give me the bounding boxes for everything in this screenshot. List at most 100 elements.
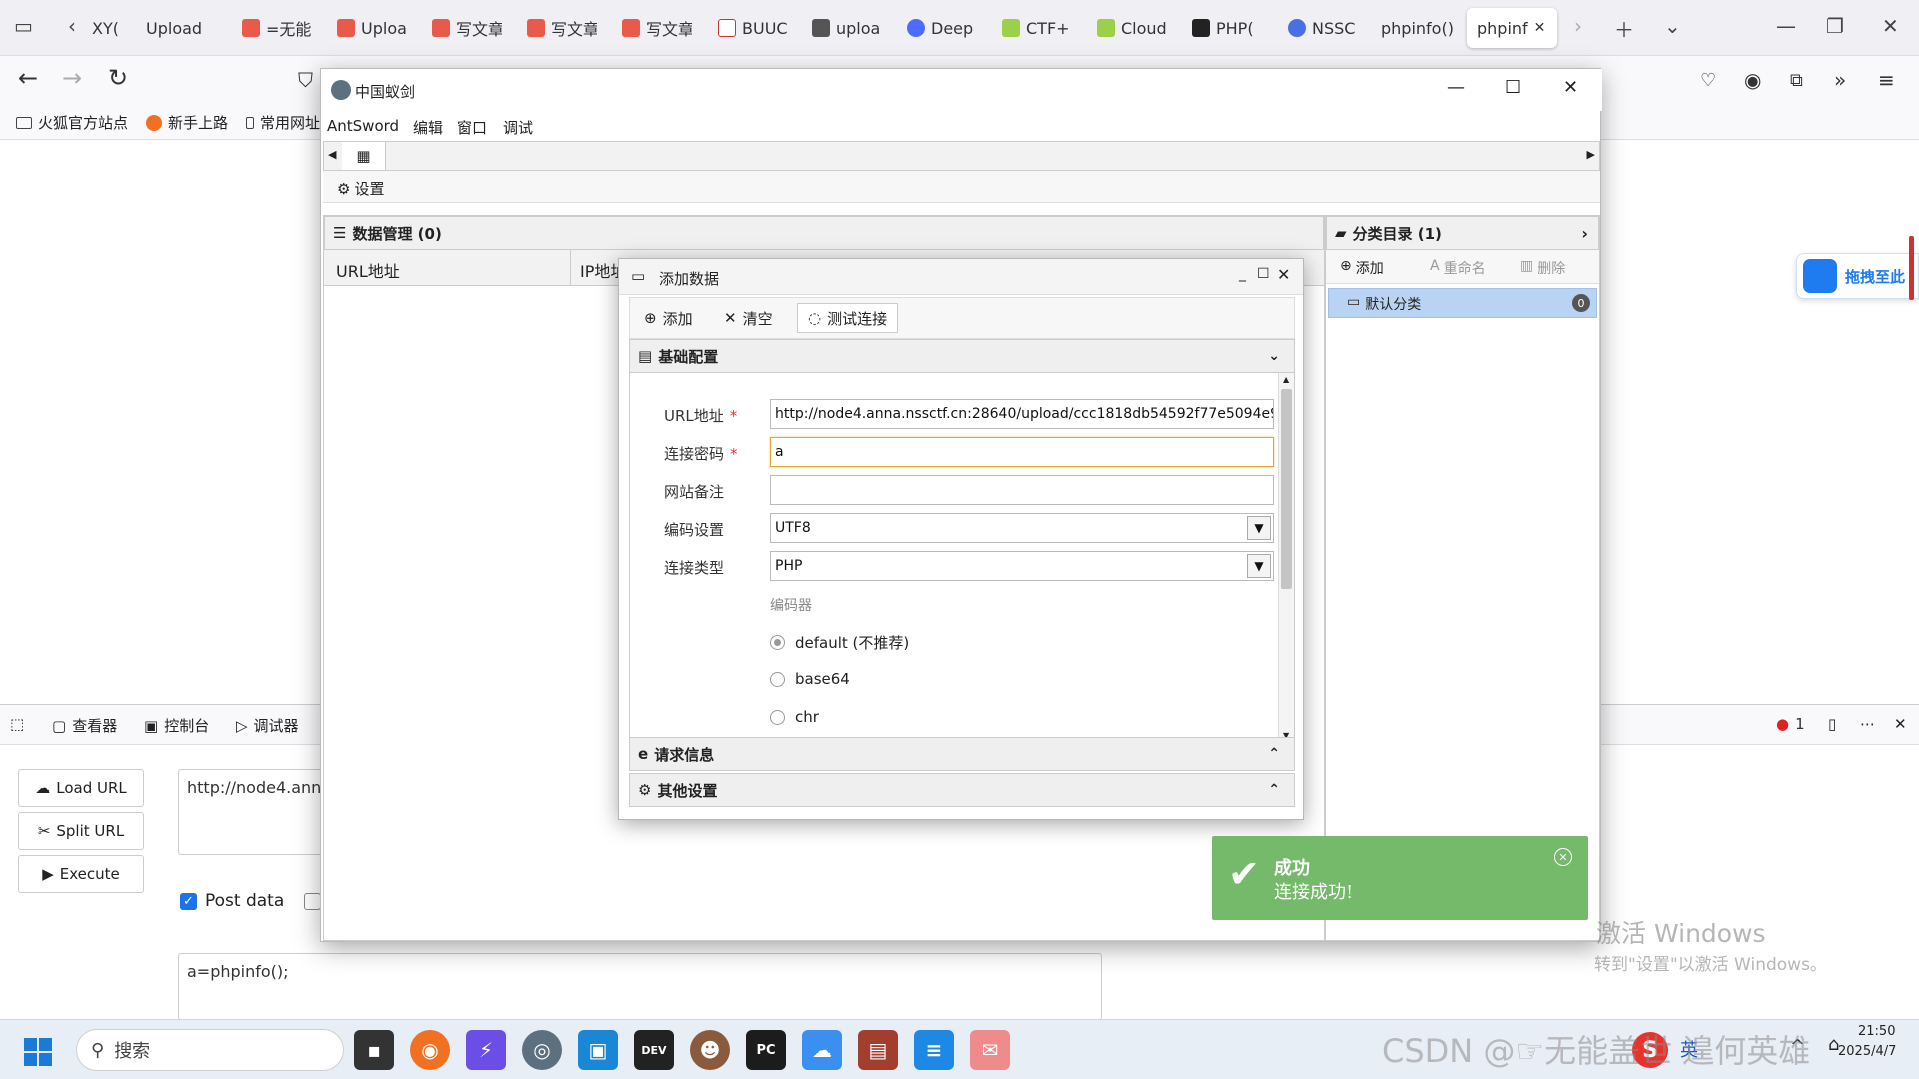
checkbox-checked-icon[interactable]: ✓ [180,892,197,910]
reload-icon[interactable]: ↻ [108,64,128,92]
app-firefox[interactable]: ◉ [410,1030,450,1070]
tab-2[interactable]: =无能 [242,8,314,48]
menu-debug[interactable]: 调试 [503,117,533,138]
overflow-icon[interactable]: » [1834,68,1846,92]
app-winrar[interactable]: ▤ [858,1030,898,1070]
encoder-option-default[interactable]: default (不推荐) [770,632,909,653]
tab-12[interactable]: PHP( [1192,8,1262,48]
toast-close-icon[interactable]: ✕ [1554,848,1572,866]
tool-inspector[interactable]: ▢ 查看器 [52,715,117,736]
tab-1[interactable]: Upload [146,8,216,48]
tab-scroll-right-icon[interactable]: ▶ [1587,148,1595,161]
tab-11[interactable]: Cloud [1097,8,1167,48]
dialog-clear-button[interactable]: ✕ 清空 [713,303,784,333]
tab-3[interactable]: Uploa [337,8,407,48]
checkbox-unchecked[interactable] [304,892,322,910]
dialog-close-icon[interactable]: ✕ [1277,265,1290,284]
tool-console[interactable]: ▣ 控制台 [144,715,209,736]
bookmark-common-sites[interactable]: 常用网址 [246,112,320,133]
extensions-icon[interactable]: ⧉ [1790,70,1803,91]
connection-type-select[interactable]: PHP ▼ [770,551,1274,581]
tab-5[interactable]: 写文章 [527,8,597,48]
split-url-button[interactable]: ✂ Split URL [18,812,144,850]
taskbar-search[interactable]: ⚲ 搜索 [76,1029,344,1071]
encoder-option-base64[interactable]: base64 [770,670,850,688]
close-devtools-icon[interactable]: ✕ [1894,715,1907,733]
app-task-view[interactable]: ▪ [354,1030,394,1070]
tab-scroll-right-icon[interactable]: › [1574,14,1582,38]
tab-6[interactable]: 写文章 [622,8,692,48]
tab-scroll-left-icon[interactable]: ‹ [68,14,76,38]
app-avatar[interactable]: ☻ [690,1030,730,1070]
menu-window[interactable]: 窗口 [457,117,487,138]
section-other-settings[interactable]: ⚙ 其他设置 ⌃ [629,773,1295,807]
app-dev-cpp[interactable]: DEV [634,1030,674,1070]
url-textarea[interactable]: http://node4.anna [178,769,328,855]
tab-14[interactable]: phpinfo() [1381,8,1461,48]
windows-start-icon[interactable] [24,1038,52,1066]
encoder-option-chr[interactable]: chr [770,708,819,726]
back-icon[interactable]: ← [18,64,38,92]
scroll-up-icon[interactable]: ▲ [1283,375,1289,384]
scrollbar-thumb[interactable] [1281,389,1292,589]
tool-debugger[interactable]: ▷ 调试器 [236,715,299,736]
section-basic-config[interactable]: ▤ 基础配置 ⌄ [629,339,1295,373]
password-input[interactable]: a [770,437,1274,467]
close-window-icon[interactable]: ✕ [1882,14,1899,38]
column-url[interactable]: URL地址 [336,258,400,282]
minimize-icon[interactable]: — [1447,77,1465,98]
tab-13[interactable]: NSSC [1288,8,1358,48]
tab-9[interactable]: Deep [907,8,977,48]
radio-unselected[interactable] [770,671,785,687]
url-input[interactable]: http://node4.anna.nssctf.cn:28640/upload… [770,399,1274,429]
category-rename-button[interactable]: A 重命名 [1430,258,1486,278]
load-url-button[interactable]: ☁ Load URL [18,769,144,807]
app-baidu-netdisk[interactable]: ☁ [802,1030,842,1070]
maximize-icon[interactable]: ☐ [1505,77,1521,98]
close-tab-icon[interactable]: ✕ [1534,20,1546,36]
app-pycharm[interactable]: PC [746,1030,786,1070]
dock-icon[interactable]: ▯ [1828,715,1836,733]
bookmark-firefox-site[interactable]: 火狐官方站点 [16,112,128,133]
tab-active[interactable]: phpinf ✕ [1467,8,1557,48]
tab-8[interactable]: uploa [812,8,884,48]
app-vmware[interactable]: ▣ [578,1030,618,1070]
close-icon[interactable]: ✕ [1563,77,1578,98]
bookmark-getting-started[interactable]: 新手上路 [146,112,228,133]
post-body-textarea[interactable]: a=phpinfo(); [178,953,1102,1020]
dialog-minimize-icon[interactable]: _ [1239,266,1246,282]
tab-10[interactable]: CTF+ [1002,8,1072,48]
app-notepad[interactable]: ≡ [914,1030,954,1070]
tab-4[interactable]: 写文章 [432,8,502,48]
menu-antsword[interactable]: AntSword [327,117,399,135]
encoding-select[interactable]: UTF8 ▼ [770,513,1274,543]
category-delete-button[interactable]: ▥ 删除 [1520,258,1565,278]
error-counter[interactable]: ● 1 [1776,715,1805,733]
category-add-button[interactable]: ⊕ 添加 [1340,258,1384,278]
tab-list-dropdown-icon[interactable]: ⌄ [1664,14,1681,38]
app-visual-studio[interactable]: ⚡ [466,1030,506,1070]
dialog-test-connection-button[interactable]: ◌ 测试连接 [797,303,899,333]
menu-icon[interactable]: ≡ [1878,68,1895,92]
tab-list-icon[interactable]: ▭ [14,14,33,38]
tab-7[interactable]: BUUC [718,8,788,48]
account-icon[interactable]: ◉ [1744,68,1761,92]
post-data-toggle[interactable]: ✓ Post data [180,891,322,911]
radio-selected[interactable] [770,635,785,650]
chevron-right-icon[interactable]: › [1581,224,1588,243]
pocket-icon[interactable]: ♡ [1700,70,1716,91]
radio-unselected[interactable] [770,709,785,725]
more-options-icon[interactable]: ⋯ [1860,715,1875,733]
dialog-add-button[interactable]: ⊕ 添加 [633,303,704,333]
dialog-maximize-icon[interactable]: ☐ [1257,266,1270,282]
restore-icon[interactable]: ❐ [1826,14,1844,38]
forward-icon[interactable]: → [62,64,82,92]
tab-0[interactable]: XY( [92,8,126,48]
element-picker-icon[interactable]: ⬚ [10,715,24,733]
drag-upload-widget[interactable]: 拖拽至此 [1796,253,1919,299]
settings-button[interactable]: ⚙ 设置 [337,178,384,199]
tab-home[interactable]: ▦ [342,142,386,170]
shield-icon[interactable]: ⛉ [298,68,313,92]
category-item-default[interactable]: ▭ 默认分类 0 [1328,288,1597,318]
section-request-info[interactable]: e 请求信息 ⌃ [629,737,1295,771]
